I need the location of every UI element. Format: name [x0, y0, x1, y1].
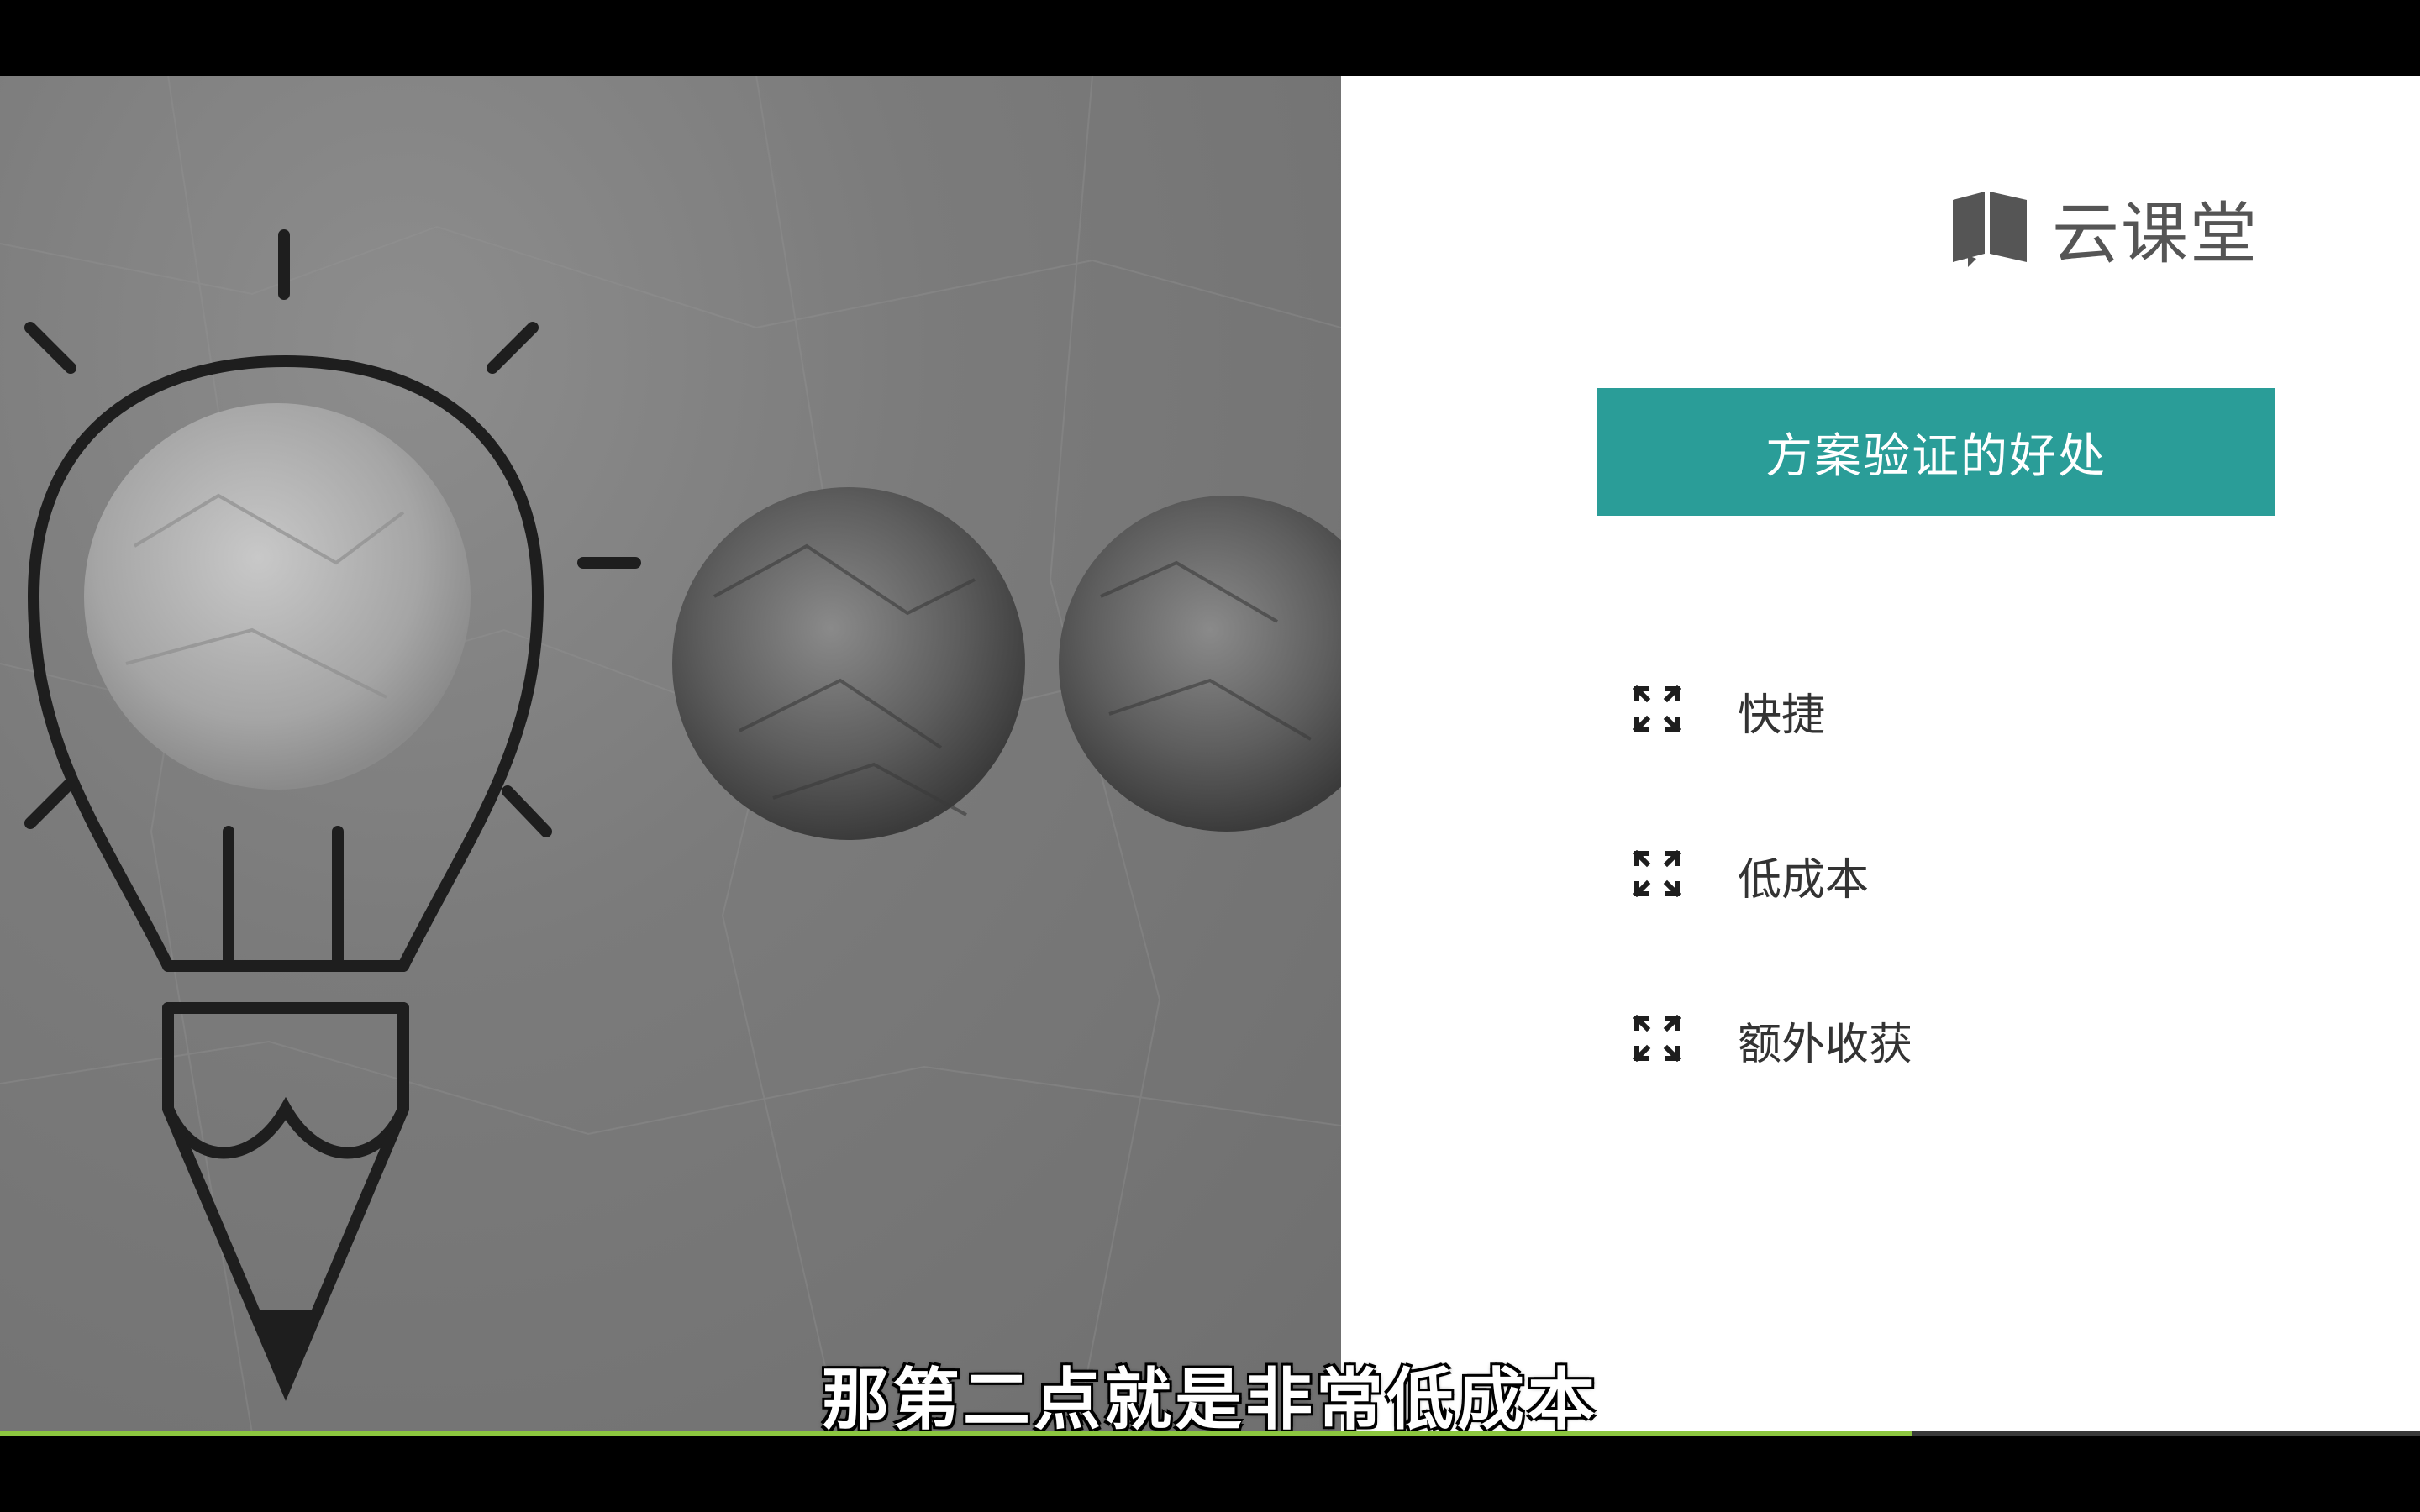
- list-item-label: 快捷: [1738, 690, 1826, 741]
- expand-arrows-icon: [1633, 685, 1681, 736]
- slide-title: 方案验证的好处: [1765, 428, 2107, 484]
- list-item-label: 额外收获: [1738, 1019, 1913, 1070]
- list-item: 快捷: [1633, 677, 1826, 744]
- video-subtitle: 那第二点就是非常低成本: [822, 1361, 1598, 1439]
- list-item-label: 低成本: [1738, 854, 1870, 906]
- lightbulb-paper-photo: [0, 76, 1341, 1433]
- slide-title-bar: 方案验证的好处: [1597, 388, 2275, 516]
- progress-bar[interactable]: [0, 1431, 2420, 1436]
- logo-text: 云课堂: [2052, 195, 2259, 273]
- video-player[interactable]: 云课堂 方案验证的好处 快捷 低成本 额外收获 那第二点就是非常低成本: [0, 0, 2420, 1512]
- expand-arrows-icon: [1633, 849, 1681, 900]
- slide: 云课堂 方案验证的好处 快捷 低成本 额外收获: [0, 76, 2420, 1433]
- logo: 云课堂: [1948, 186, 2259, 273]
- expand-arrows-icon: [1633, 1014, 1681, 1065]
- progress-bar-fill: [0, 1431, 1912, 1436]
- book-icon: [1948, 186, 2032, 270]
- lightbulb-illustration: [0, 76, 1341, 1433]
- list-item: 低成本: [1633, 842, 1870, 909]
- list-item: 额外收获: [1633, 1006, 1913, 1074]
